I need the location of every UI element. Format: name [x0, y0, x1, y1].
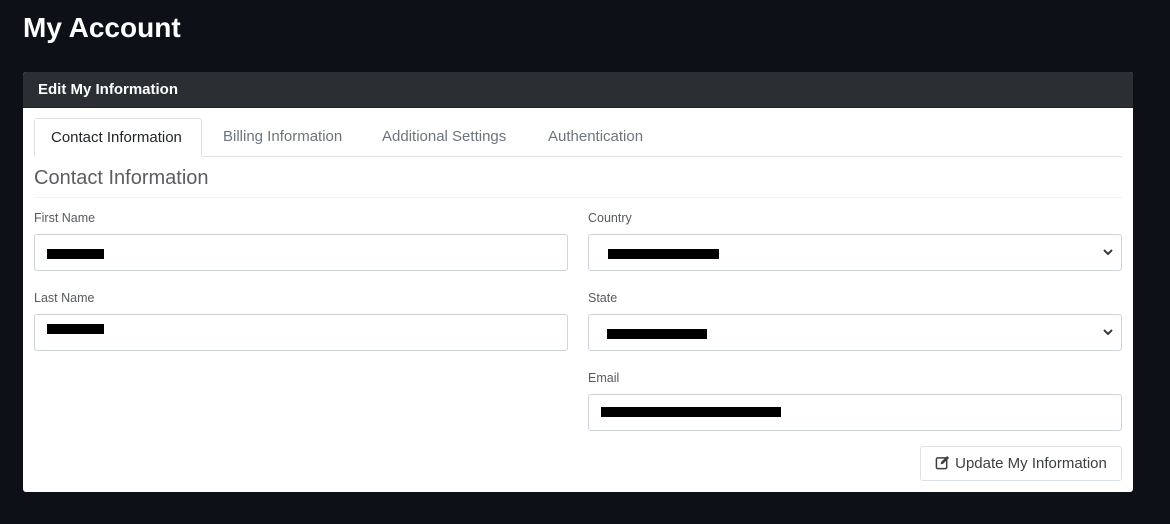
edit-icon [935, 455, 950, 470]
redaction-bar [608, 249, 719, 259]
page-title: My Account [23, 12, 181, 43]
redaction-bar [47, 249, 104, 259]
redaction-bar [601, 407, 781, 417]
edit-information-card: Edit My Information Contact Information … [23, 72, 1133, 492]
tab-bar: Contact Information Billing Information … [34, 118, 1122, 157]
tab-authentication[interactable]: Authentication [532, 118, 659, 157]
last-name-input[interactable] [34, 314, 568, 351]
section-divider [34, 197, 1122, 198]
first-name-label: First Name [34, 211, 96, 225]
state-label: State [588, 291, 618, 305]
first-name-input[interactable] [34, 234, 568, 271]
tab-billing-information[interactable]: Billing Information [207, 118, 358, 157]
last-name-label: Last Name [34, 291, 95, 305]
tab-additional-settings[interactable]: Additional Settings [366, 118, 522, 157]
section-title: Contact Information [34, 167, 209, 189]
update-button-label: Update My Information [955, 455, 1107, 472]
tab-contact-information[interactable]: Contact Information [34, 118, 202, 157]
email-label: Email [588, 371, 620, 385]
update-my-information-button[interactable]: Update My Information [920, 446, 1122, 481]
redaction-bar [607, 329, 707, 339]
redaction-bar [47, 324, 104, 334]
card-header: Edit My Information [23, 72, 1133, 108]
country-label: Country [588, 211, 632, 225]
